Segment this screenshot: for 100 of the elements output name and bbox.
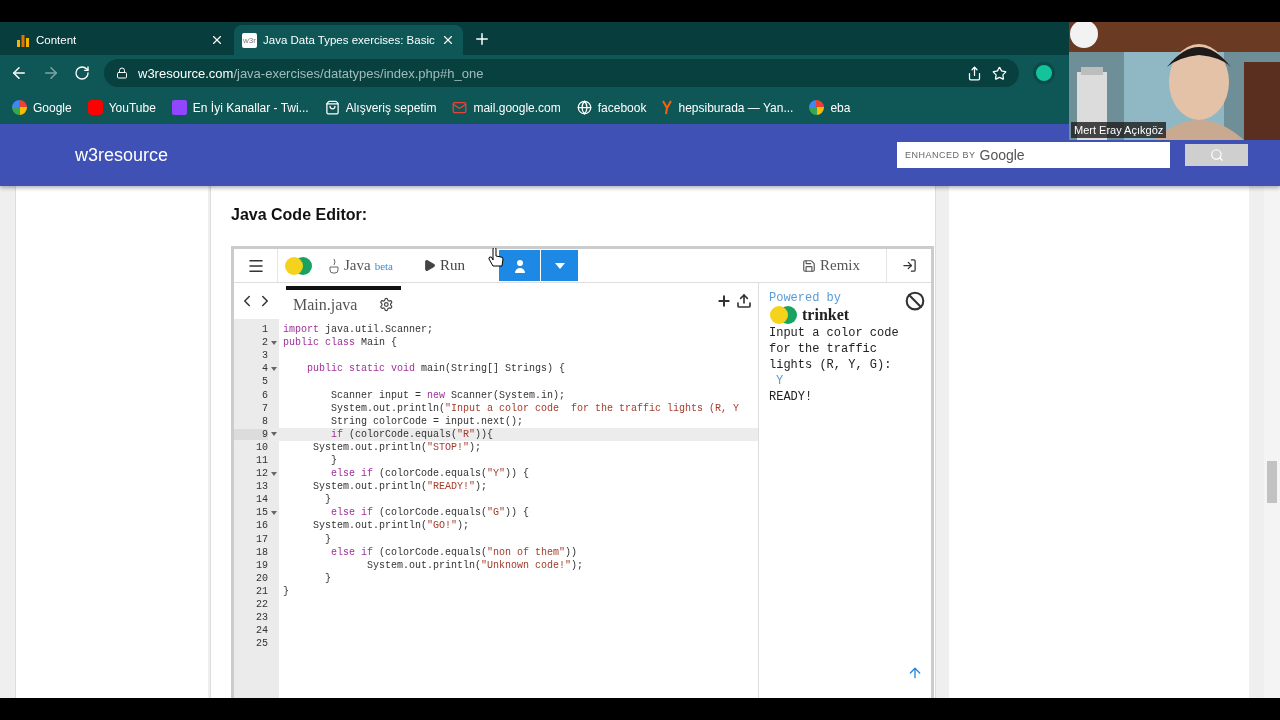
section-heading: Java Code Editor: — [231, 206, 369, 224]
trinket-logo-icon — [284, 255, 314, 276]
upload-icon[interactable] — [736, 293, 752, 309]
browser-tab[interactable]: w3r Java Data Types exercises: Basic — [234, 25, 463, 55]
bar-chart-icon — [16, 33, 30, 47]
bookmark-link[interactable]: mail.google.com — [452, 100, 561, 115]
forward-icon[interactable] — [42, 64, 60, 82]
code-line: Scanner input = new Scanner(System.in); — [330, 389, 566, 401]
line-number: 17 — [255, 533, 268, 545]
code-line: else if (colorCode.equals("G")) { — [330, 507, 530, 519]
fold-arrow-icon[interactable] — [270, 432, 277, 437]
code-line: import java.util.Scanner; — [282, 324, 434, 336]
line-number: 25 — [255, 638, 268, 650]
line-number: 15 — [255, 507, 268, 519]
code-line: String colorCode = input.next(); — [330, 415, 524, 427]
search-icon — [1209, 148, 1224, 162]
bag-icon — [324, 100, 340, 115]
search-field[interactable]: ENHANCED BY Google — [897, 142, 1170, 168]
share-button[interactable] — [499, 250, 540, 281]
line-number: 2 — [261, 337, 268, 349]
line-number: 6 — [261, 389, 268, 401]
dropdown-button[interactable] — [541, 250, 578, 281]
code-line: } — [324, 533, 331, 545]
console-line: READY! — [769, 389, 814, 405]
login-icon — [901, 258, 917, 273]
line-number: 18 — [255, 546, 268, 558]
caret-icon — [554, 262, 565, 269]
run-button[interactable]: Run — [417, 256, 471, 275]
line-number: 10 — [255, 441, 268, 453]
console-line: Input a color code for the traffic lights (R, Y, G): — [769, 325, 900, 373]
google-icon — [12, 100, 27, 115]
bookmark-link[interactable]: En İyi Kanallar - Twi... — [171, 100, 309, 115]
code-line: System.out.println("GO!"); — [312, 520, 470, 532]
code-line: System.out.println("READY!"); — [312, 481, 488, 493]
site-logo[interactable]: w3resource — [75, 144, 897, 166]
tab-title: Java Data Types exercises: Basic — [263, 34, 435, 46]
line-number: 16 — [255, 520, 268, 532]
bookmark-link[interactable]: eba — [809, 100, 851, 115]
settings-icon[interactable] — [379, 297, 394, 312]
coffee-cup-icon — [328, 257, 340, 274]
remix-button[interactable]: Remix — [796, 256, 866, 275]
fold-arrow-icon[interactable] — [270, 471, 277, 476]
code-line: public class Main { — [282, 337, 398, 349]
line-number: 13 — [255, 481, 268, 493]
bookmark-link[interactable]: hepsiburada — Yan... — [662, 100, 794, 115]
tab-favicon: w3r — [242, 32, 257, 48]
code-line: public static void main(String[] Strings) { — [306, 363, 566, 375]
code-line: } — [330, 455, 337, 466]
fold-arrow-icon[interactable] — [270, 366, 277, 371]
line-number: 11 — [255, 455, 268, 466]
line-number: 12 — [255, 468, 268, 480]
google-icon — [809, 100, 825, 115]
code-line: System.out.println("STOP!"); — [312, 441, 482, 453]
code-area[interactable] — [234, 319, 758, 698]
line-number: 5 — [261, 376, 268, 388]
stop-icon[interactable] — [905, 291, 925, 311]
line-number: 4 — [261, 363, 268, 375]
code-line: } — [282, 585, 289, 597]
line-number: 20 — [255, 572, 268, 584]
scrollbar[interactable] — [1264, 186, 1280, 698]
address-field[interactable]: w3resource.com/java-exercises/datatypes/index.php#h_one — [104, 59, 1019, 87]
browser-tab[interactable]: Content — [8, 25, 232, 55]
reload-icon[interactable] — [74, 65, 90, 81]
code-line: } — [324, 572, 331, 584]
powered-by-text: Powered by — [769, 291, 841, 305]
close-icon[interactable] — [210, 33, 224, 47]
tab-title: Content — [36, 34, 78, 46]
code-line: else if (colorCode.equals("Y")) { — [330, 468, 530, 480]
extension-icon[interactable] — [1033, 62, 1055, 84]
url-text: w3resource.com/java-exercises/datatypes/index.php#h_one — [138, 65, 485, 81]
share-icon[interactable] — [967, 65, 982, 81]
line-number: 3 — [261, 350, 268, 362]
line-number: 23 — [255, 612, 268, 624]
trinket-brand: trinket — [802, 306, 850, 324]
back-icon[interactable] — [10, 64, 28, 82]
line-number: 14 — [255, 494, 268, 506]
line-number: 1 — [261, 324, 268, 336]
code-line: System.out.println("Input a color code for the traffic lights (R, Y — [330, 402, 740, 414]
lock-icon — [116, 67, 128, 79]
line-number: 24 — [255, 625, 268, 637]
line-number: 7 — [261, 402, 268, 414]
bookmark-link[interactable]: YouTube — [87, 100, 156, 115]
add-file-icon[interactable] — [716, 293, 732, 309]
code-line: else if (colorCode.equals("non of them")) — [330, 546, 578, 558]
fold-arrow-icon[interactable] — [270, 340, 277, 345]
y-icon — [662, 100, 673, 115]
bookmark-link[interactable]: facebook — [576, 100, 647, 115]
mail-icon — [452, 100, 468, 115]
line-number: 8 — [261, 415, 268, 427]
line-number: 9 — [234, 428, 268, 440]
fold-arrow-icon[interactable] — [270, 510, 277, 515]
trinket-logo-icon — [769, 305, 799, 325]
participant-name: Mert Eray Açıkgöz — [1071, 122, 1167, 138]
line-number: 21 — [255, 585, 268, 597]
star-icon[interactable] — [992, 65, 1007, 81]
globe-icon — [576, 100, 592, 115]
code-line: if (colorCode.equals("R")){ — [330, 428, 494, 440]
bookmark-link[interactable]: Alışveriş sepetim — [324, 100, 437, 115]
bookmark-link[interactable]: Google — [12, 100, 72, 115]
line-number: 19 — [255, 559, 268, 571]
